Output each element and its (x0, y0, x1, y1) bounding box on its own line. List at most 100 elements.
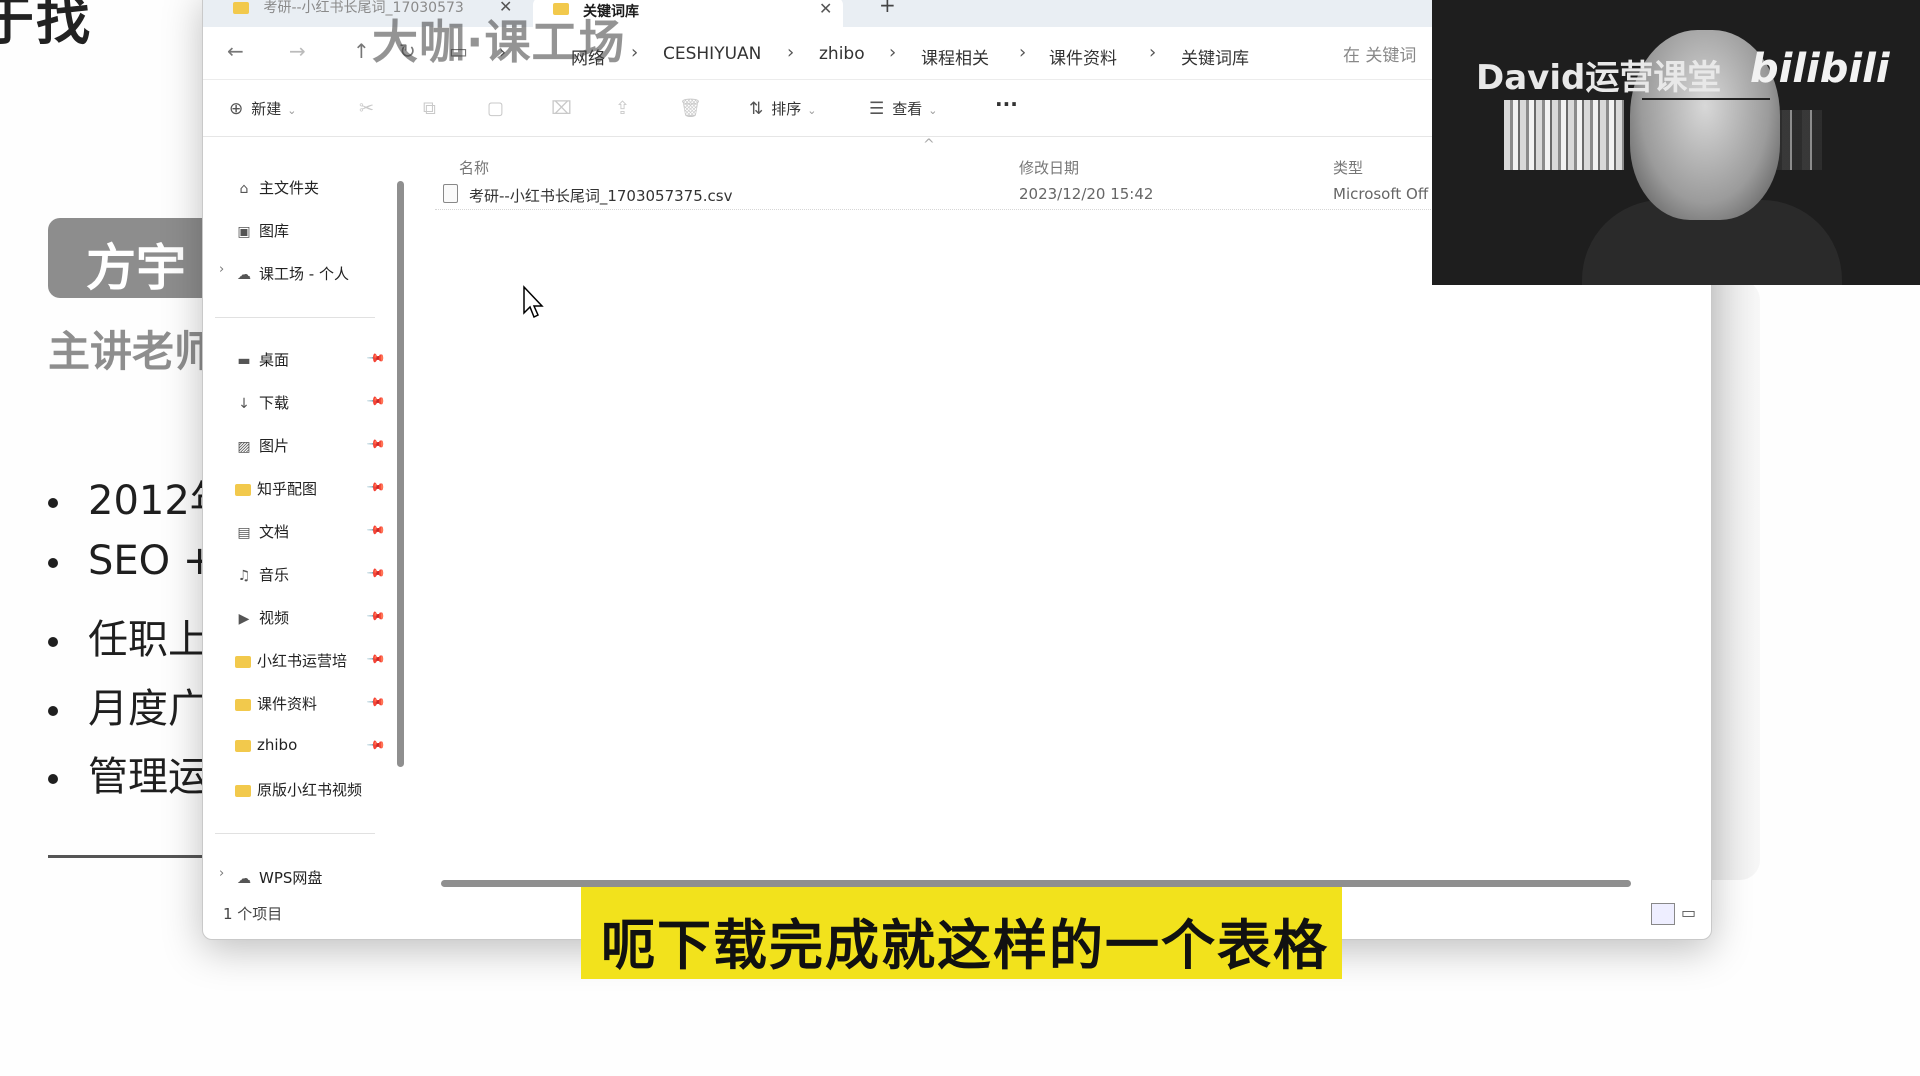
chevron-right-icon: › (1149, 42, 1157, 63)
presenter-glasses (1642, 98, 1770, 116)
pictures-icon: ▨ (237, 439, 251, 455)
share-icon[interactable]: ⇪ (615, 98, 630, 119)
teacher-label: 主讲老师 (48, 327, 217, 376)
sidebar-item-course-materials[interactable]: 课件资料 (235, 693, 317, 719)
chevron-right-icon: › (631, 42, 639, 63)
sidebar-item-videos[interactable]: ▶ 视频 (235, 607, 289, 633)
presenter-name-box: 方宇 (48, 218, 228, 298)
csv-file-icon (443, 184, 458, 203)
slide-bullet: SEO + (48, 538, 216, 584)
tiles-view-toggle[interactable]: ▭ (1681, 903, 1701, 923)
more-options-button[interactable]: ··· (995, 92, 1018, 116)
pin-icon: 📌 (366, 347, 387, 369)
desktop-icon: ▬ (237, 353, 251, 369)
mouse-cursor-icon (523, 285, 544, 319)
sort-icon: ⇅ (749, 99, 764, 119)
pin-icon: 📌 (366, 562, 387, 584)
videos-icon: ▶ (238, 611, 250, 627)
sidebar-item-desktop[interactable]: ▬ 桌面 (235, 349, 289, 375)
pin-icon: 📌 (366, 734, 387, 756)
chevron-right-icon: › (1019, 42, 1027, 63)
chevron-right-icon[interactable]: › (219, 866, 224, 881)
pin-icon: 📌 (366, 519, 387, 541)
rename-icon[interactable]: ⌧ (551, 98, 572, 119)
breadcrumb-zhibo[interactable]: zhibo (819, 44, 865, 64)
sidebar-item-gallery[interactable]: ▣ 图库 (235, 220, 289, 246)
navigation-pane: ⌂ 主文件夹 ▣ 图库 › ☁ 课工场 - 个人 ▬ 桌面 📌 ↓ 下载 📌 ▨ 图片 📌 … (203, 137, 404, 907)
bilibili-logo: bilibili (1750, 46, 1890, 92)
chevron-down-icon: ⌄ (807, 104, 817, 117)
watermark-logo: 大咖·课工场 (372, 15, 626, 69)
sort-caret-icon: ^ (923, 137, 935, 153)
sidebar-item-wps-cloud[interactable]: ☁ WPS网盘 (235, 867, 322, 893)
presenter-name: 方宇 (86, 239, 186, 297)
documents-icon: ▤ (237, 525, 251, 541)
sidebar-item-cloud-personal[interactable]: ☁ 课工场 - 个人 (235, 263, 349, 289)
chevron-down-icon: ⌄ (928, 104, 938, 117)
copy-icon[interactable]: ⧉ (423, 98, 436, 119)
slide-bullet: 任职上 (48, 607, 208, 665)
webcam-overlay: David运营课堂 bilibili (1432, 0, 1920, 285)
pin-icon: 📌 (366, 605, 387, 627)
cloud-icon: ☁ (237, 267, 251, 283)
slide-heading: 于找 (0, 0, 92, 52)
file-name: 考研--小红书长尾词_1703057375.csv (469, 187, 733, 205)
sidebar-item-documents[interactable]: ▤ 文档 (235, 521, 289, 547)
gallery-icon: ▣ (237, 224, 251, 240)
folder-icon (235, 698, 251, 711)
pin-icon: 📌 (366, 390, 387, 412)
download-icon: ↓ (238, 396, 250, 412)
breadcrumb-course[interactable]: 课程相关 (921, 44, 989, 69)
new-button[interactable]: ⊕ 新建 ⌄ (229, 98, 296, 119)
sidebar-item-downloads[interactable]: ↓ 下载 (235, 392, 289, 418)
sidebar-item-home[interactable]: ⌂ 主文件夹 (235, 177, 319, 203)
details-view-toggle[interactable] (1651, 903, 1675, 925)
status-bar: 1 个项目 (223, 905, 283, 923)
pin-icon: 📌 (366, 476, 387, 498)
sidebar-item-pictures[interactable]: ▨ 图片 (235, 435, 289, 461)
horizontal-scrollbar[interactable] (441, 880, 1631, 887)
delete-icon[interactable]: 🗑 (679, 98, 702, 119)
sidebar-item-zhihu-images[interactable]: 知乎配图 (235, 478, 317, 504)
close-tab-icon[interactable]: ✕ (819, 0, 832, 18)
breadcrumb-ceshiyuan[interactable]: CESHIYUAN (663, 44, 761, 64)
pin-icon: 📌 (366, 433, 387, 455)
subtitle-text: 呃下载完成就这样的一个表格 (601, 914, 1329, 977)
breadcrumb-materials[interactable]: 课件资料 (1049, 44, 1117, 69)
up-arrow-icon[interactable]: ↑ (353, 39, 370, 63)
list-view-icon: ☰ (869, 99, 885, 119)
pin-icon: 📌 (366, 691, 387, 713)
breadcrumb-keyword-library[interactable]: 关键词库 (1181, 44, 1249, 69)
chevron-right-icon[interactable]: › (219, 262, 224, 277)
paste-icon[interactable]: ▢ (487, 98, 504, 119)
channel-title: David运营课堂 (1476, 58, 1722, 98)
chevron-right-icon: › (787, 42, 795, 63)
home-icon: ⌂ (239, 181, 249, 197)
forward-arrow-icon[interactable]: → (289, 39, 306, 63)
new-tab-button[interactable]: + (879, 0, 896, 23)
cut-icon[interactable]: ✂ (359, 98, 374, 119)
plus-circle-icon: ⊕ (229, 99, 244, 119)
subtitle-caption: 呃下载完成就这样的一个表格 (581, 887, 1342, 979)
pin-icon: 📌 (366, 648, 387, 670)
back-arrow-icon[interactable]: ← (227, 39, 244, 63)
slide-bullet: 月度广 (48, 676, 208, 734)
slide-divider (48, 855, 208, 858)
folder-icon (235, 739, 251, 752)
sidebar-item-zhibo[interactable]: zhibo (235, 736, 297, 762)
cloud-icon: ☁ (237, 871, 251, 887)
chevron-down-icon: ⌄ (287, 104, 297, 117)
sidebar-scrollbar[interactable] (397, 181, 404, 767)
slide-bullet: 管理运 (48, 744, 208, 802)
sidebar-item-music[interactable]: ♫ 音乐 (235, 564, 289, 590)
sidebar-divider (215, 317, 375, 318)
folder-icon (235, 655, 251, 668)
folder-icon (235, 483, 251, 496)
search-input[interactable]: 在 关键词 (1343, 41, 1416, 66)
sidebar-item-original-videos[interactable]: 原版小红书视频 (235, 779, 362, 805)
folder-icon (235, 784, 251, 797)
music-icon: ♫ (237, 568, 251, 584)
sidebar-item-xhs-ops[interactable]: 小红书运营培 (235, 650, 347, 676)
view-button[interactable]: ☰ 查看 ⌄ (869, 98, 937, 119)
sort-button[interactable]: ⇅ 排序 ⌄ (749, 98, 816, 119)
